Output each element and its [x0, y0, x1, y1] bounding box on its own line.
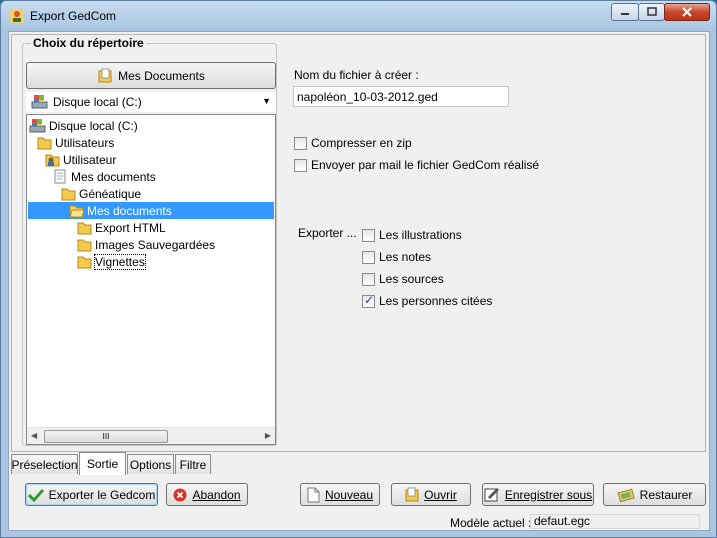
tree-node[interactable]: Mes documents [53, 168, 156, 185]
current-model-label: Modèle actuel : [450, 516, 532, 530]
new-button[interactable]: Nouveau [300, 483, 380, 506]
directory-group-title: Choix du répertoire [31, 36, 146, 50]
horizontal-scrollbar[interactable]: ◀ III ▶ [27, 427, 275, 444]
checkbox-box[interactable] [362, 228, 375, 242]
bottom-bar: Exporter le Gedcom Abandon Nouveau Ouvri… [9, 476, 709, 530]
tree-node[interactable]: Utilisateurs [37, 134, 114, 151]
tree-node[interactable]: Images Sauvegardées [77, 236, 215, 253]
export-option-checkbox[interactable]: Les notes [362, 250, 431, 264]
tree-node-label: Mes documents [71, 169, 156, 184]
tab-options[interactable]: Options [127, 454, 174, 474]
tree-node[interactable]: Utilisateur [45, 151, 116, 168]
maximize-icon [646, 7, 657, 16]
tree-node[interactable]: Mes documents [28, 202, 274, 219]
documents-icon [53, 169, 68, 184]
tree-node-label: Utilisateurs [55, 135, 115, 150]
scroll-right-icon[interactable]: ▶ [265, 431, 271, 440]
export-option-checkbox[interactable]: Les illustrations [362, 228, 462, 242]
app-icon [9, 8, 25, 24]
export-option-checkbox[interactable]: Les sources [362, 272, 444, 286]
zip-checkbox[interactable]: Compresser en zip [294, 136, 412, 150]
export-option-label: Les illustrations [379, 228, 462, 242]
my-documents-button[interactable]: Mes Documents [26, 62, 276, 89]
export-option-checkbox[interactable]: Les personnes citées [362, 293, 493, 308]
scroll-thumb[interactable]: III [44, 430, 168, 443]
chevron-down-icon[interactable]: ▼ [262, 96, 271, 106]
save-as-button[interactable]: Enregistrer sous [482, 483, 594, 506]
export-label: Exporter ... [298, 226, 357, 240]
zip-checkbox-box[interactable] [294, 136, 307, 150]
folder-open-icon [69, 203, 84, 218]
abort-button[interactable]: Abandon [166, 483, 248, 506]
restore-icon [617, 488, 635, 502]
drive-icon [29, 118, 46, 133]
current-model-value: defaut.egc [530, 514, 700, 529]
folder-icon [77, 237, 92, 252]
mail-checkbox-label: Envoyer par mail le fichier GedCom réali… [311, 158, 540, 172]
new-file-icon [307, 487, 320, 502]
minimize-button[interactable] [611, 3, 639, 21]
save-as-icon [484, 487, 499, 501]
tree-node[interactable]: Généatique [61, 185, 141, 202]
folder-icon [37, 135, 52, 150]
cancel-icon [173, 488, 187, 501]
checkbox-box[interactable] [362, 250, 375, 264]
filename-label: Nom du fichier à créer : [294, 68, 419, 82]
title-bar[interactable]: Export GedCom [1, 1, 716, 31]
open-button[interactable]: Ouvrir [391, 483, 471, 506]
tree-node-label: Généatique [79, 186, 142, 201]
sortie-panel: Choix du répertoire Mes Documents Disque… [11, 34, 706, 452]
client-area: Choix du répertoire Mes Documents Disque… [8, 31, 710, 531]
tree-node-label: Utilisateur [63, 152, 117, 167]
folder-icon [61, 186, 76, 201]
zip-checkbox-label: Compresser en zip [311, 136, 412, 150]
mail-checkbox-box[interactable] [294, 158, 307, 172]
folder-icon [77, 220, 92, 235]
my-documents-label: Mes Documents [118, 68, 205, 83]
export-option-label: Les personnes citées [379, 294, 493, 308]
export-option-label: Les sources [379, 272, 444, 286]
drive-combo[interactable]: Disque local (C:) ▼ [26, 92, 276, 112]
tree-node-label: Export HTML [95, 220, 166, 235]
tree-node[interactable]: Export HTML [77, 219, 166, 236]
checkbox-box[interactable] [362, 293, 375, 308]
folder-icon [77, 254, 92, 269]
scroll-left-icon[interactable]: ◀ [31, 431, 37, 440]
tab-sortie[interactable]: Sortie [79, 452, 126, 475]
tree-node[interactable]: Disque local (C:) [29, 117, 138, 134]
checkbox-box[interactable] [362, 272, 375, 286]
close-button[interactable] [664, 3, 710, 21]
window-title: Export GedCom [30, 9, 117, 23]
export-option-label: Les notes [379, 250, 432, 264]
tree-node[interactable]: Vignettes [77, 253, 146, 270]
tree-node-label: Disque local (C:) [49, 118, 138, 133]
minimize-icon [621, 13, 629, 15]
user-folder-icon [45, 152, 60, 167]
directory-group: Choix du répertoire Mes Documents Disque… [22, 36, 277, 446]
drive-combo-value: Disque local (C:) [53, 95, 142, 109]
filename-input[interactable]: napoléon_10-03-2012.ged [293, 86, 509, 107]
open-folder-icon [405, 487, 419, 501]
checkmark-icon [27, 488, 44, 502]
mail-checkbox[interactable]: Envoyer par mail le fichier GedCom réali… [294, 158, 539, 172]
tab-filtre[interactable]: Filtre [175, 454, 211, 474]
documents-folder-icon [98, 68, 112, 82]
tree-node-label: Vignettes [94, 253, 146, 270]
maximize-button[interactable] [638, 3, 665, 21]
folder-tree[interactable]: Vignettes Images Sauvegardées Export HTML M… [26, 114, 276, 445]
export-gedcom-window: Export GedCom Choix du répertoire Mes Do… [0, 0, 717, 538]
tab-preselection[interactable]: Préselection [11, 454, 78, 474]
tree-node-label: Mes documents [87, 203, 172, 218]
drive-icon [31, 95, 48, 109]
restore-button[interactable]: Restaurer [603, 483, 706, 506]
close-icon [682, 7, 692, 17]
export-gedcom-button[interactable]: Exporter le Gedcom [25, 483, 158, 506]
tree-node-label: Images Sauvegardées [95, 237, 216, 252]
